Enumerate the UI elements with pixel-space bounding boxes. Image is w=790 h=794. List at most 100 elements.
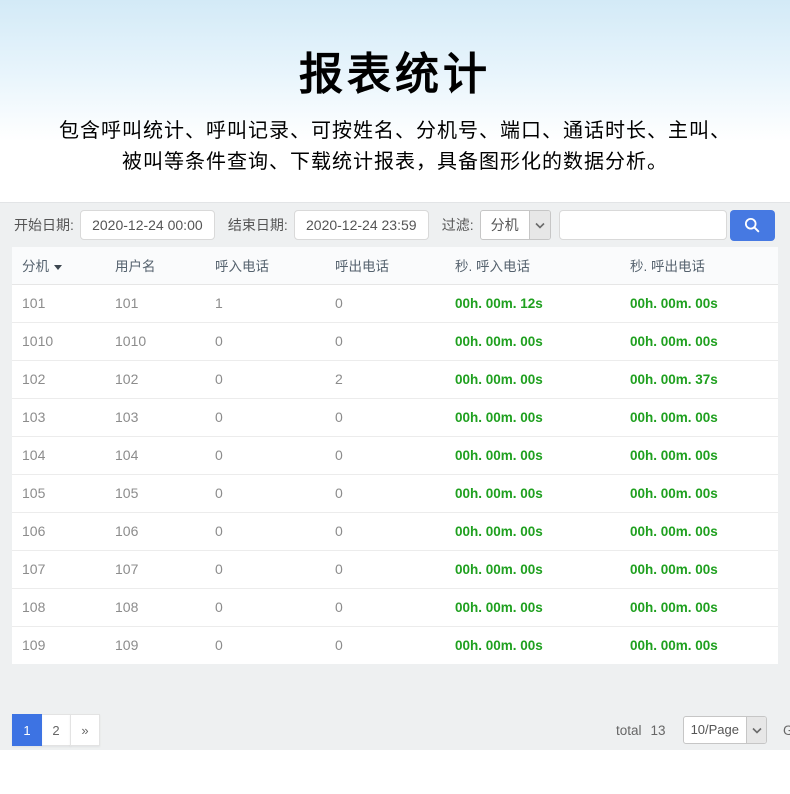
cell-calls-out: 0 (325, 284, 445, 322)
filter-type-selected-value: 分机 (481, 211, 529, 239)
cell-seconds-in: 00h. 00m. 00s (445, 550, 620, 588)
cell-calls-out: 0 (325, 322, 445, 360)
cell-extension: 106 (12, 512, 105, 550)
page-size-select[interactable]: 10/Page (683, 716, 767, 744)
cell-extension: 102 (12, 360, 105, 398)
cell-calls-out: 0 (325, 474, 445, 512)
table-header: 分机 用户名 呼入电话 呼出电话 秒. 呼入电话 秒. 呼出电话 (12, 247, 778, 284)
cell-calls-in: 0 (205, 512, 325, 550)
cell-seconds-in: 00h. 00m. 12s (445, 284, 620, 322)
cell-calls-in: 0 (205, 588, 325, 626)
cell-extension: 104 (12, 436, 105, 474)
cell-seconds-in: 00h. 00m. 00s (445, 512, 620, 550)
cell-seconds-out: 00h. 00m. 37s (620, 360, 778, 398)
cell-extension: 101 (12, 284, 105, 322)
filter-type-select[interactable]: 分机 (480, 210, 551, 240)
call-stats-table: 分机 用户名 呼入电话 呼出电话 秒. 呼入电话 秒. 呼出电话 101 101… (12, 247, 778, 664)
table-row: 109 109 0 0 00h. 00m. 00s 00h. 00m. 00s (12, 626, 778, 664)
cell-seconds-in: 00h. 00m. 00s (445, 626, 620, 664)
search-icon (743, 216, 761, 234)
table-row: 102 102 0 2 00h. 00m. 00s 00h. 00m. 37s (12, 360, 778, 398)
cell-extension: 107 (12, 550, 105, 588)
cell-seconds-in: 00h. 00m. 00s (445, 436, 620, 474)
cell-username: 106 (105, 512, 205, 550)
search-input[interactable] (559, 210, 727, 240)
page-button-1[interactable]: 1 (12, 714, 42, 746)
cell-calls-in: 0 (205, 398, 325, 436)
cell-username: 103 (105, 398, 205, 436)
cell-seconds-out: 00h. 00m. 00s (620, 436, 778, 474)
cell-username: 1010 (105, 322, 205, 360)
cell-calls-out: 0 (325, 512, 445, 550)
cell-extension: 103 (12, 398, 105, 436)
cell-seconds-in: 00h. 00m. 00s (445, 588, 620, 626)
table-row: 107 107 0 0 00h. 00m. 00s 00h. 00m. 00s (12, 550, 778, 588)
cell-username: 107 (105, 550, 205, 588)
column-header-seconds-in[interactable]: 秒. 呼入电话 (445, 247, 620, 284)
cell-calls-out: 0 (325, 436, 445, 474)
cell-calls-out: 2 (325, 360, 445, 398)
table-row: 105 105 0 0 00h. 00m. 00s 00h. 00m. 00s (12, 474, 778, 512)
hero-section: 报表统计 包含呼叫统计、呼叫记录、可按姓名、分机号、端口、通话时长、主叫、 被叫… (0, 0, 790, 202)
chevron-down-icon (529, 211, 550, 239)
cell-calls-in: 0 (205, 436, 325, 474)
search-button[interactable] (730, 210, 775, 241)
cell-calls-out: 0 (325, 550, 445, 588)
cell-calls-in: 0 (205, 322, 325, 360)
page-button-next-set[interactable]: » (70, 714, 100, 746)
cell-calls-out: 0 (325, 588, 445, 626)
end-date-input[interactable]: 2020-12-24 23:59 (294, 210, 429, 240)
column-header-calls-in[interactable]: 呼入电话 (205, 247, 325, 284)
cell-seconds-out: 00h. 00m. 00s (620, 474, 778, 512)
page-button-2[interactable]: 2 (41, 714, 71, 746)
start-date-input[interactable]: 2020-12-24 00:00 (80, 210, 215, 240)
column-header-extension[interactable]: 分机 (12, 247, 105, 284)
cell-seconds-in: 00h. 00m. 00s (445, 322, 620, 360)
table-row: 104 104 0 0 00h. 00m. 00s 00h. 00m. 00s (12, 436, 778, 474)
start-date-label: 开始日期: (14, 215, 74, 235)
sort-desc-icon (54, 265, 62, 270)
cell-seconds-out: 00h. 00m. 00s (620, 512, 778, 550)
call-stats-table-card: 分机 用户名 呼入电话 呼出电话 秒. 呼入电话 秒. 呼出电话 101 101… (12, 247, 778, 664)
chevron-down-icon (746, 717, 766, 743)
column-header-calls-out[interactable]: 呼出电话 (325, 247, 445, 284)
pagination-right-group: total 13 10/Page G (616, 716, 790, 744)
cell-extension: 1010 (12, 322, 105, 360)
cell-username: 104 (105, 436, 205, 474)
table-row: 1010 1010 0 0 00h. 00m. 00s 00h. 00m. 00… (12, 322, 778, 360)
cell-calls-in: 0 (205, 474, 325, 512)
cell-username: 102 (105, 360, 205, 398)
table-row: 103 103 0 0 00h. 00m. 00s 00h. 00m. 00s (12, 398, 778, 436)
table-row: 108 108 0 0 00h. 00m. 00s 00h. 00m. 00s (12, 588, 778, 626)
table-row: 101 101 1 0 00h. 00m. 12s 00h. 00m. 00s (12, 284, 778, 322)
cell-extension: 109 (12, 626, 105, 664)
table-row: 106 106 0 0 00h. 00m. 00s 00h. 00m. 00s (12, 512, 778, 550)
cell-extension: 105 (12, 474, 105, 512)
cell-seconds-out: 00h. 00m. 00s (620, 626, 778, 664)
report-app: 开始日期: 2020-12-24 00:00 结束日期: 2020-12-24 … (0, 202, 790, 750)
cell-extension: 108 (12, 588, 105, 626)
cell-username: 108 (105, 588, 205, 626)
cell-seconds-out: 00h. 00m. 00s (620, 284, 778, 322)
cell-calls-in: 0 (205, 360, 325, 398)
cell-seconds-out: 00h. 00m. 00s (620, 588, 778, 626)
cell-calls-out: 0 (325, 626, 445, 664)
page-size-value: 10/Page (684, 717, 746, 743)
cell-username: 109 (105, 626, 205, 664)
bottom-spacer (0, 750, 790, 790)
cell-calls-in: 0 (205, 550, 325, 588)
cell-seconds-out: 00h. 00m. 00s (620, 550, 778, 588)
column-header-username[interactable]: 用户名 (105, 247, 205, 284)
cell-seconds-in: 00h. 00m. 00s (445, 474, 620, 512)
total-value: 13 (651, 723, 666, 738)
end-date-label: 结束日期: (228, 215, 288, 235)
column-header-seconds-out[interactable]: 秒. 呼出电话 (620, 247, 778, 284)
cell-seconds-in: 00h. 00m. 00s (445, 360, 620, 398)
cell-calls-in: 1 (205, 284, 325, 322)
goto-label-clipped: G (783, 723, 790, 738)
filter-bar: 开始日期: 2020-12-24 00:00 结束日期: 2020-12-24 … (0, 203, 790, 247)
cell-seconds-out: 00h. 00m. 00s (620, 322, 778, 360)
filter-label: 过滤: (442, 215, 474, 235)
subtitle-line-2: 被叫等条件查询、下载统计报表，具备图形化的数据分析。 (0, 147, 790, 178)
cell-username: 105 (105, 474, 205, 512)
